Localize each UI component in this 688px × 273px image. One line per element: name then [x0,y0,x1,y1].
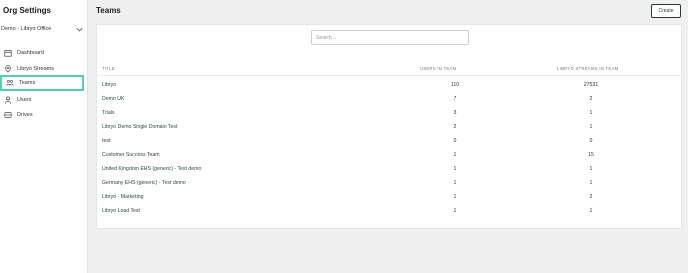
streams-count: 1 [589,166,593,172]
users-count: 0 [453,138,457,144]
search-input[interactable] [316,34,468,41]
table-row[interactable]: Libryo Demo Single Domain Test 2 1 [97,120,681,134]
team-title-link[interactable]: Demo UK [102,96,125,102]
users-count: 1 [453,166,457,172]
team-title-link[interactable]: Libryo Load Test [102,208,140,214]
team-title-link[interactable]: Libryo [102,82,116,88]
team-title-link[interactable]: Trials [102,110,115,116]
sidebar: Org Settings Demo - Libryo Office Dashbo… [0,0,88,273]
users-count: 1 [453,152,457,158]
header-divider [97,75,681,76]
users-count: 1 [453,180,457,186]
users-count: 3 [453,110,457,116]
table-row[interactable]: Trials 3 1 [97,106,681,120]
user-icon [3,95,13,105]
team-title-link[interactable]: Germany EHS (generic) - Test demo [102,180,186,186]
column-header-title: TITLE [102,66,115,71]
chevron-down-icon [76,27,83,31]
streams-count: 1 [589,124,593,130]
page-title: Teams [96,6,121,15]
users-count: 1 [453,208,457,214]
column-header-users: USERS IN TEAM [420,66,457,71]
table-row[interactable]: Libryo Load Test 1 1 [97,204,681,218]
users-count: 7 [453,96,457,102]
org-selector[interactable]: Demo - Libryo Office [0,24,86,34]
team-title-link[interactable]: Customer Success Team [102,152,160,158]
users-count: 2 [453,124,457,130]
team-title-link[interactable]: Libryo - Marketing [102,194,144,200]
table-row[interactable]: United Kingdom EHS (generic) - Test demo… [97,162,681,176]
sidebar-item-label: Dashboard [17,50,44,56]
sidebar-item-label: Teams [19,80,36,86]
streams-count: 2 [589,96,593,102]
org-selector-label: Demo - Libryo Office [1,26,52,32]
team-title-link[interactable]: test [102,138,110,144]
streams-count: 1 [589,110,593,116]
streams-count: 0 [589,138,593,144]
drive-icon [3,110,13,120]
column-header-streams: LIBRYO STREAMS IN TEAM [557,66,619,71]
team-title-link[interactable]: United Kingdom EHS (generic) - Test demo [102,166,201,172]
map-pin-icon [3,64,13,74]
streams-count: 2 [589,194,593,200]
sidebar-item-label: Drives [17,112,33,118]
team-icon [5,78,15,88]
table-row[interactable]: Libryo 110 27531 [97,78,681,92]
calendar-icon [3,48,13,58]
team-title-link[interactable]: Libryo Demo Single Domain Test [102,124,177,130]
table-row[interactable]: Demo UK 7 2 [97,92,681,106]
users-count: 1 [453,194,457,200]
table-row[interactable]: Germany EHS (generic) - Test demo 1 1 [97,176,681,190]
streams-count: 1 [589,180,593,186]
sidebar-item-drives[interactable]: Drives [0,107,84,123]
create-button[interactable]: Create [651,4,681,18]
teams-card: TITLE USERS IN TEAM LIBRYO STREAMS IN TE… [96,24,682,229]
org-settings-title: Org Settings [3,6,52,15]
streams-count: 15 [588,152,594,158]
sidebar-item-label: Users [17,97,32,103]
sidebar-item-users[interactable]: Users [0,92,84,108]
search-box[interactable] [311,30,469,45]
streams-count: 1 [589,208,593,214]
sidebar-item-dashboard[interactable]: Dashboard [0,45,84,61]
users-count: 110 [450,82,460,88]
sidebar-item-label: Libryo Streams [17,66,54,72]
table-row[interactable]: Customer Success Team 1 15 [97,148,681,162]
streams-count: 27531 [583,82,599,88]
sidebar-item-teams[interactable]: Teams [0,75,84,91]
table-row[interactable]: test 0 0 [97,134,681,148]
table-row[interactable]: Libryo - Marketing 1 2 [97,190,681,204]
